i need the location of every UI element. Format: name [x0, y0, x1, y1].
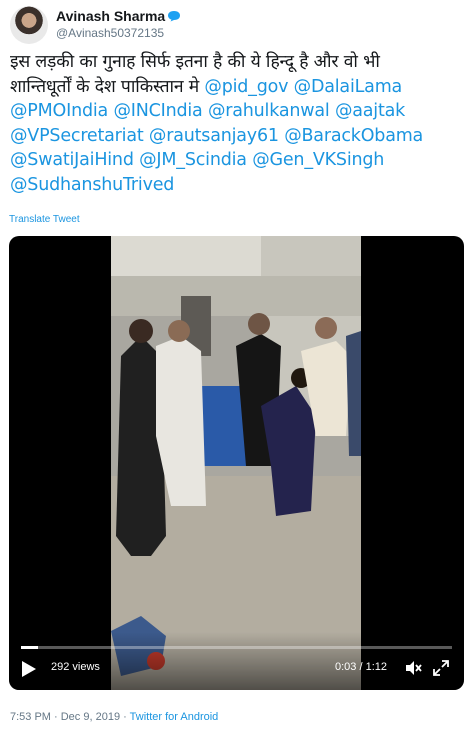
mention-link[interactable]: @INCIndia [113, 101, 202, 121]
tweet-footer: 7:53 PM · Dec 9, 2019 · Twitter for Andr… [10, 711, 218, 723]
video-time: 0:03 / 1:12 [335, 661, 387, 673]
tweet-line: @VPSecretariat @rautsanjay61 @BarackObam… [10, 124, 460, 149]
play-icon[interactable] [21, 660, 37, 678]
mention-link[interactable]: @aajtak [335, 101, 405, 121]
avatar[interactable] [10, 6, 48, 44]
tweet-timestamp[interactable]: 7:53 PM · Dec 9, 2019 · [10, 711, 130, 723]
tweet-text: इस लड़की का गुनाह सिर्फ इतना है की ये हि… [10, 50, 460, 197]
video-controls: 292 views 0:03 / 1:12 [9, 632, 464, 690]
fullscreen-icon[interactable] [431, 658, 451, 678]
tweet-line: @SudhanshuTrived [10, 173, 460, 198]
tweet-line: इस लड़की का गुनाह सिर्फ इतना है की ये हि… [10, 50, 460, 75]
mention-link[interactable]: @BarackObama [284, 126, 423, 146]
mention-link[interactable]: @SwatiJaiHind [10, 150, 134, 170]
display-name[interactable]: Avinash Sharma [56, 8, 165, 24]
video-player[interactable]: 292 views 0:03 / 1:12 [9, 236, 464, 690]
tweet-line: @SwatiJaiHind @JM_Scindia @Gen_VKSingh [10, 148, 460, 173]
mention-link[interactable]: @Gen_VKSingh [252, 150, 384, 170]
mention-link[interactable]: @pid_gov [204, 77, 288, 97]
mention-link[interactable]: @SudhanshuTrived [10, 175, 174, 195]
mute-icon[interactable] [403, 658, 423, 678]
tweet-line: शान्तिधूर्तों के देश पाकिस्तान मे @pid_g… [10, 75, 460, 100]
tweet-text-segment: शान्तिधूर्तों के देश पाकिस्तान मे [10, 76, 205, 97]
speech-bubble-icon [168, 11, 181, 22]
tweet-header: Avinash Sharma @Avinash50372135 [10, 6, 463, 44]
mention-link[interactable]: @VPSecretariat [10, 126, 144, 146]
video-progress-bar[interactable] [21, 646, 452, 649]
mention-link[interactable]: @JM_Scindia [139, 150, 247, 170]
name-row: Avinash Sharma [56, 8, 181, 24]
mention-link[interactable]: @PMOIndia [10, 101, 108, 121]
mention-link[interactable]: @rahulkanwal [208, 101, 330, 121]
tweet-line: @PMOIndia @INCIndia @rahulkanwal @aajtak [10, 99, 460, 124]
mention-link[interactable]: @rautsanjay61 [149, 126, 279, 146]
view-count: 292 views [51, 661, 100, 673]
translate-tweet-link[interactable]: Translate Tweet [9, 214, 80, 225]
user-handle[interactable]: @Avinash50372135 [56, 26, 164, 40]
video-frame [111, 236, 361, 690]
mention-link[interactable]: @DalaiLama [294, 77, 403, 97]
tweet-text-segment: इस लड़की का गुनाह सिर्फ इतना है की ये हि… [10, 52, 380, 72]
tweet-source[interactable]: Twitter for Android [130, 711, 219, 723]
video-progress-fill [21, 646, 39, 649]
